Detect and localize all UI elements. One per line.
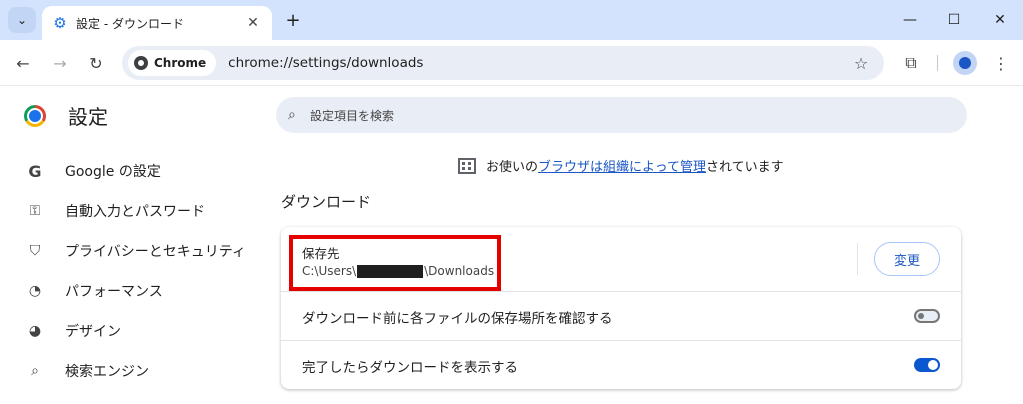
chevron-down-icon: ⌄ (16, 13, 28, 27)
toolbar: ← → ↻ Chrome chrome://settings/downloads… (0, 40, 1023, 86)
search-icon: ⌕ (288, 107, 296, 123)
show-when-done-row[interactable]: 完了したらダウンロードを表示する (281, 341, 961, 389)
managed-prefix: お使いの (486, 160, 539, 175)
sidebar-item-label: パフォーマンス (65, 284, 163, 300)
change-button[interactable]: 変更 (874, 242, 940, 276)
sidebar-item-label: Google の設定 (65, 164, 161, 180)
close-icon: ✕ (994, 12, 1006, 28)
minimize-icon: — (903, 12, 917, 28)
forward-arrow-icon: → (53, 53, 67, 73)
url-text[interactable]: chrome://settings/downloads (228, 55, 850, 71)
toggle-knob (918, 313, 924, 319)
sidebar-item-performance[interactable]: ◔ パフォーマンス (0, 271, 260, 311)
sidebar-item-label: 検索エンジン (65, 364, 149, 380)
extensions-button[interactable]: ⧉ (899, 51, 923, 75)
address-bar[interactable]: Chrome chrome://settings/downloads ☆ (122, 46, 884, 80)
maximize-button[interactable]: ☐ (942, 8, 966, 32)
show-when-done-label: 完了したらダウンロードを表示する (302, 360, 518, 376)
section-title: ダウンロード (281, 193, 372, 211)
gear-icon: ⚙ (53, 14, 67, 32)
chrome-logo (24, 105, 46, 127)
page-title: 設定 (68, 105, 108, 129)
new-tab-button[interactable]: + (283, 9, 303, 31)
avatar-icon (959, 57, 971, 69)
maximize-icon: ☐ (947, 12, 961, 28)
kebab-menu-icon: ⋮ (993, 53, 1009, 73)
managed-link[interactable]: ブラウザは組織によって管理 (538, 156, 706, 175)
downloads-card: 保存先 C:\Users\ \Downloads 変更 ダウンロード前に各ファイ… (281, 227, 961, 389)
key-icon: ⚿ (29, 203, 41, 219)
forward-button[interactable]: → (48, 51, 72, 75)
active-tab[interactable]: ⚙ 設定 - ダウンロード ✕ (42, 6, 272, 40)
building-icon (458, 157, 476, 174)
reload-button[interactable]: ↻ (84, 51, 108, 75)
google-icon: G (28, 161, 42, 181)
plus-icon: + (285, 9, 301, 31)
tab-title: 設定 - ダウンロード (76, 16, 184, 31)
settings-search-input[interactable]: ⌕ 設定項目を検索 (276, 97, 967, 133)
puzzle-icon: ⧉ (905, 53, 917, 72)
download-location-row: 保存先 C:\Users\ \Downloads 変更 (281, 227, 961, 291)
shield-icon: ⛉ (29, 243, 41, 259)
tab-strip: ⌄ ⚙ 設定 - ダウンロード ✕ + — ☐ ✕ (0, 0, 1023, 40)
managed-suffix: されています (705, 160, 784, 175)
sidebar-item-google[interactable]: G Google の設定 (0, 151, 260, 191)
sidebar-item-label: プライバシーとセキュリティ (65, 244, 246, 260)
back-arrow-icon: ← (16, 53, 30, 73)
chip-label: Chrome (154, 56, 207, 70)
profile-button[interactable] (953, 51, 977, 75)
sidebar-item-label: 自動入力とパスワード (65, 204, 205, 220)
sidebar-item-autofill[interactable]: ⚿ 自動入力とパスワード (0, 191, 260, 231)
highlight-box (289, 235, 501, 291)
minimize-button[interactable]: — (898, 8, 922, 32)
toolbar-divider (937, 55, 938, 71)
search-placeholder: 設定項目を検索 (310, 108, 395, 123)
ask-before-label: ダウンロード前に各ファイルの保存場所を確認する (302, 311, 613, 327)
star-icon[interactable]: ☆ (850, 52, 872, 74)
ask-before-row[interactable]: ダウンロード前に各ファイルの保存場所を確認する (281, 292, 961, 340)
sidebar-item-label: デザイン (65, 324, 121, 340)
close-icon[interactable]: ✕ (244, 14, 262, 32)
tab-search-button[interactable]: ⌄ (8, 7, 36, 33)
close-window-button[interactable]: ✕ (988, 8, 1012, 32)
reload-icon: ↻ (89, 53, 103, 73)
sidebar-item-search-engine[interactable]: ⌕ 検索エンジン (0, 351, 260, 391)
row-divider-vertical (857, 243, 858, 275)
back-button[interactable]: ← (11, 51, 35, 75)
toggle-knob (928, 360, 938, 370)
gauge-icon: ◔ (28, 283, 42, 299)
chrome-icon (134, 56, 148, 70)
ask-before-toggle[interactable] (914, 309, 940, 323)
palette-icon: ◕ (28, 323, 42, 339)
menu-button[interactable]: ⋮ (989, 51, 1013, 75)
site-info-chip[interactable]: Chrome (128, 50, 217, 76)
managed-notice: お使いの ブラウザは組織によって管理 されています (458, 156, 784, 175)
sidebar-item-appearance[interactable]: ◕ デザイン (0, 311, 260, 351)
sidebar-item-privacy[interactable]: ⛉ プライバシーとセキュリティ (0, 231, 260, 271)
search-icon: ⌕ (31, 363, 39, 379)
show-when-done-toggle[interactable] (914, 358, 940, 372)
